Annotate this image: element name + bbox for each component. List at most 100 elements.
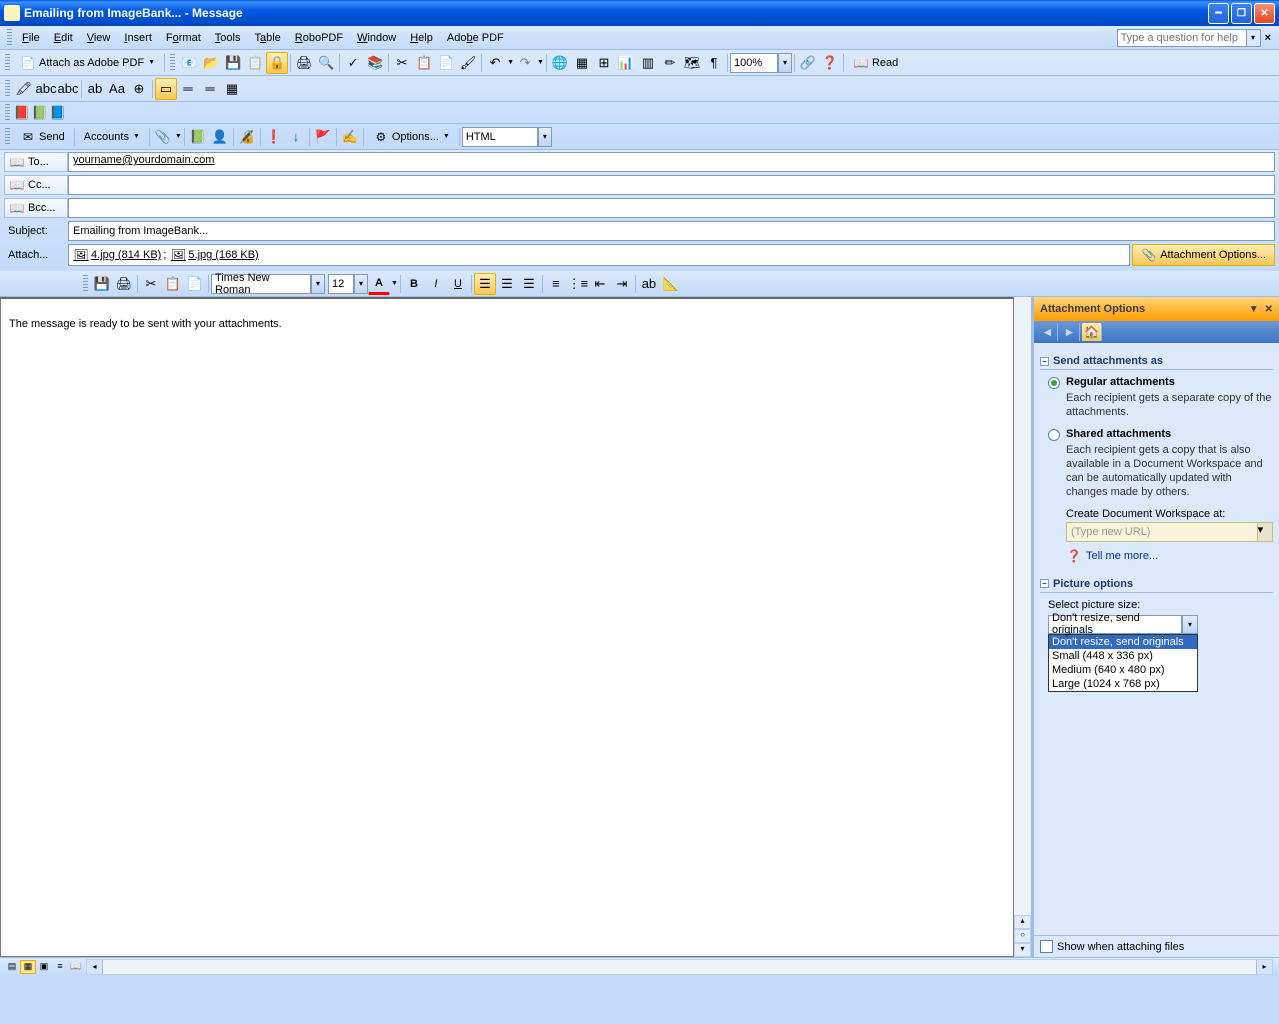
- attachment-item[interactable]: 🖼4.jpg (814 KB);: [73, 247, 166, 263]
- options-button[interactable]: ⚙Options...▼: [366, 126, 457, 148]
- print-preview-icon[interactable]: 🔍: [315, 52, 337, 74]
- circle-icon[interactable]: ⊕: [128, 78, 150, 100]
- collapse-toggle[interactable]: −: [1040, 357, 1049, 366]
- check-names-icon[interactable]: 👤: [209, 126, 231, 148]
- cut-icon[interactable]: ✂: [391, 52, 413, 74]
- undo-icon[interactable]: ↶: [484, 52, 506, 74]
- print2-icon[interactable]: 🖨: [113, 273, 135, 295]
- horizontal-scrollbar[interactable]: ◂ ▸: [86, 959, 1273, 975]
- tables-borders-icon[interactable]: ▦: [571, 52, 593, 74]
- workspace-url-dropdown[interactable]: ▾: [1258, 522, 1273, 542]
- message-body-editor[interactable]: The message is ready to be sent with you…: [1, 299, 1013, 956]
- menu-help[interactable]: Help: [403, 30, 440, 46]
- select-browse-button[interactable]: ○: [1014, 929, 1031, 943]
- prev-object-button[interactable]: ▴: [1014, 915, 1031, 929]
- scroll-left-button[interactable]: ◂: [87, 960, 103, 974]
- insert-table-icon[interactable]: ⊞: [593, 52, 615, 74]
- toolbar-grip[interactable]: [5, 80, 10, 98]
- menu-table[interactable]: Table: [247, 30, 287, 46]
- view-web-icon[interactable]: ▦: [20, 960, 36, 974]
- view-normal-icon[interactable]: ▤: [4, 960, 20, 974]
- hyperlink-icon[interactable]: 🌐: [549, 52, 571, 74]
- document-map-icon[interactable]: 🗺: [681, 52, 703, 74]
- zoom-combo[interactable]: 100%: [730, 53, 778, 73]
- insert-rule-icon[interactable]: 📐: [660, 273, 682, 295]
- importance-low-icon[interactable]: ↓: [285, 126, 307, 148]
- italic-icon[interactable]: I: [425, 273, 447, 295]
- subject-field[interactable]: [68, 221, 1275, 241]
- picture-size-select[interactable]: Don't resize, send originals: [1048, 615, 1182, 634]
- pdf1-icon[interactable]: 📕: [13, 104, 31, 122]
- copy2-icon[interactable]: 📋: [162, 273, 184, 295]
- toolbar-grip[interactable]: [83, 275, 88, 293]
- help-search-input[interactable]: [1117, 29, 1247, 47]
- menu-tools[interactable]: Tools: [208, 30, 248, 46]
- print-icon[interactable]: 🖨: [293, 52, 315, 74]
- tell-me-more-link[interactable]: ❓Tell me more...: [1066, 548, 1273, 564]
- cut2-icon[interactable]: ✂: [140, 273, 162, 295]
- taskpane-dropdown[interactable]: ▼: [1249, 304, 1259, 315]
- taskpane-close[interactable]: ✕: [1265, 304, 1273, 315]
- bold-icon[interactable]: B: [403, 273, 425, 295]
- help-dropdown[interactable]: ▾: [1247, 29, 1261, 47]
- attach-field[interactable]: 🖼4.jpg (814 KB); 🖼5.jpg (168 KB): [68, 244, 1130, 266]
- radio-regular-attachments[interactable]: [1048, 377, 1060, 389]
- attachment-item[interactable]: 🖼5.jpg (168 KB): [170, 247, 258, 263]
- nav-forward-icon[interactable]: ►: [1060, 323, 1080, 341]
- grid-icon[interactable]: ▦: [221, 78, 243, 100]
- fontsize-combo[interactable]: 12: [328, 274, 354, 294]
- open-icon[interactable]: 📂: [200, 52, 222, 74]
- flag-icon[interactable]: 🚩: [312, 126, 334, 148]
- underline-icon[interactable]: U: [447, 273, 469, 295]
- font-combo[interactable]: Times New Roman: [211, 274, 311, 294]
- menu-insert[interactable]: Insert: [117, 30, 159, 46]
- spellcheck2-icon[interactable]: abc: [35, 78, 57, 100]
- translate-icon[interactable]: ab: [84, 78, 106, 100]
- cc-button[interactable]: 📖Cc...: [4, 175, 68, 195]
- outdent-icon[interactable]: ⇤: [589, 273, 611, 295]
- menu-format[interactable]: Format: [159, 30, 208, 46]
- attach-icon[interactable]: 📎: [152, 126, 174, 148]
- view-print-icon[interactable]: ▣: [36, 960, 52, 974]
- border-icon[interactable]: ▭: [155, 78, 177, 100]
- font-color-icon[interactable]: A: [368, 273, 390, 295]
- cc-field[interactable]: [68, 175, 1275, 195]
- bcc-button[interactable]: 📖Bcc...: [4, 198, 68, 218]
- insert-worksheet-icon[interactable]: 📊: [615, 52, 637, 74]
- align-right-icon[interactable]: ☰: [518, 273, 540, 295]
- next-object-button[interactable]: ▾: [1014, 943, 1031, 957]
- toolbar-grip[interactable]: [7, 29, 12, 47]
- view-reading-icon[interactable]: 📖: [68, 960, 84, 974]
- nav-home-icon[interactable]: 🏠: [1082, 323, 1102, 341]
- line2-icon[interactable]: ═: [199, 78, 221, 100]
- pdf2-icon[interactable]: 📗: [31, 104, 49, 122]
- collapse-toggle[interactable]: −: [1040, 579, 1049, 588]
- permission-icon[interactable]: 🔒: [266, 52, 288, 74]
- to-button[interactable]: 📖To...: [4, 152, 68, 172]
- workspace-url-input[interactable]: (Type new URL): [1066, 522, 1258, 542]
- picture-size-option[interactable]: Medium (640 x 480 px): [1049, 663, 1197, 677]
- to-field[interactable]: yourname@yourdomain.com: [68, 152, 1275, 172]
- toolbar-grip[interactable]: [5, 128, 10, 146]
- toolbar-grip[interactable]: [5, 54, 10, 72]
- menu-robopdf[interactable]: RoboPDF: [288, 30, 350, 46]
- insert-sig-icon[interactable]: ab: [638, 273, 660, 295]
- save2-icon[interactable]: 💾: [91, 273, 113, 295]
- paste2-icon[interactable]: 📄: [184, 273, 206, 295]
- drawing-icon[interactable]: ✏: [659, 52, 681, 74]
- pdf3-icon[interactable]: 📘: [49, 104, 67, 122]
- scroll-right-button[interactable]: ▸: [1256, 960, 1272, 974]
- line1-icon[interactable]: ═: [177, 78, 199, 100]
- help-icon[interactable]: ❓: [819, 52, 841, 74]
- menu-view[interactable]: View: [80, 30, 118, 46]
- attachment-options-button[interactable]: 📎Attachment Options...: [1132, 244, 1275, 266]
- menu-edit[interactable]: Edit: [47, 30, 80, 46]
- link-icon[interactable]: 🔗: [797, 52, 819, 74]
- picture-size-dropdown[interactable]: ▾: [1182, 615, 1198, 634]
- indent-icon[interactable]: ⇥: [611, 273, 633, 295]
- char-icon[interactable]: Aa: [106, 78, 128, 100]
- help-close[interactable]: ×: [1261, 32, 1275, 44]
- radio-regular-label[interactable]: Regular attachments: [1066, 376, 1175, 388]
- copy-icon[interactable]: 📋: [413, 52, 435, 74]
- close-button[interactable]: ✕: [1254, 3, 1275, 24]
